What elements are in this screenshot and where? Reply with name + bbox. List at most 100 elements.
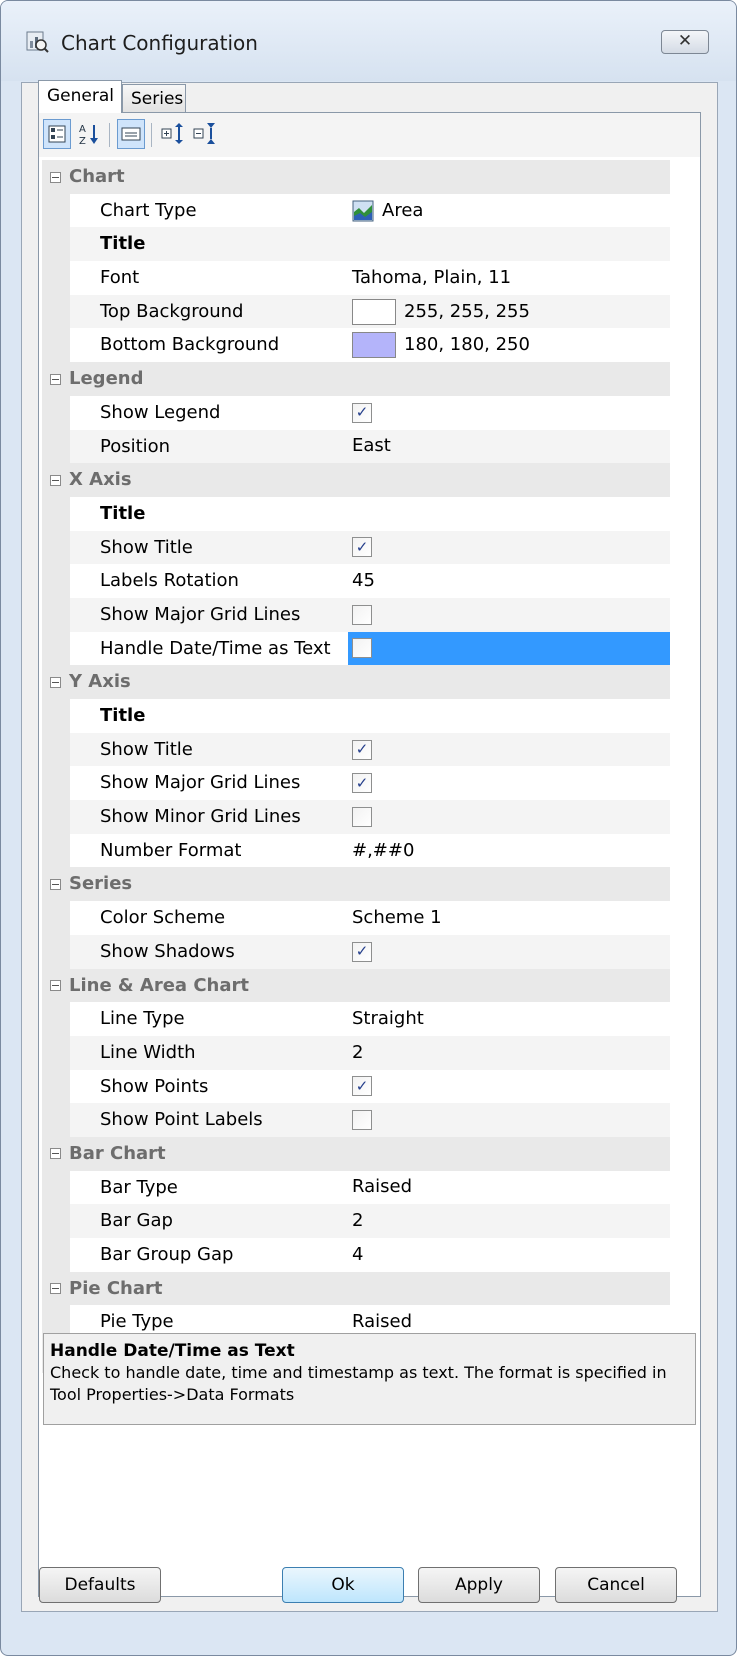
property-row[interactable]: Show Points ✓ bbox=[42, 1069, 670, 1104]
row-gutter bbox=[42, 1069, 70, 1104]
category-line-area-chart[interactable]: Line & Area Chart bbox=[42, 968, 670, 1003]
category-series[interactable]: Series bbox=[42, 867, 670, 902]
property-row[interactable]: Title bbox=[42, 227, 670, 262]
property-checkbox[interactable]: ✓ bbox=[352, 773, 372, 794]
property-row[interactable]: Title bbox=[42, 496, 670, 531]
property-value[interactable]: Scheme 1 bbox=[348, 901, 670, 935]
expand-all-button[interactable] bbox=[159, 119, 187, 149]
property-row[interactable]: Top Background 255, 255, 255 bbox=[42, 294, 670, 329]
property-row[interactable]: Chart Type Area bbox=[42, 193, 670, 228]
property-value[interactable]: 180, 180, 250 bbox=[348, 328, 670, 362]
property-checkbox[interactable]: ✓ bbox=[352, 941, 372, 962]
property-row[interactable]: Show Title ✓ bbox=[42, 732, 670, 767]
collapse-icon[interactable] bbox=[50, 676, 61, 688]
collapse-icon[interactable] bbox=[50, 878, 61, 890]
category-legend[interactable]: Legend bbox=[42, 362, 670, 396]
property-checkbox[interactable] bbox=[352, 1110, 372, 1131]
show-description-button[interactable] bbox=[117, 119, 145, 149]
property-row[interactable]: Bottom Background 180, 180, 250 bbox=[42, 328, 670, 363]
expand-all-icon bbox=[161, 123, 183, 144]
property-value[interactable]: #,##0 bbox=[348, 834, 670, 868]
property-value[interactable]: 45 bbox=[348, 564, 670, 598]
close-button[interactable]: ✕ bbox=[661, 30, 709, 54]
property-value[interactable] bbox=[348, 1103, 670, 1137]
property-row[interactable]: Show Shadows ✓ bbox=[42, 934, 670, 969]
property-value[interactable]: 2 bbox=[348, 1035, 670, 1070]
property-checkbox[interactable]: ✓ bbox=[352, 1076, 372, 1097]
property-row[interactable]: Show Point Labels bbox=[42, 1103, 670, 1137]
cancel-button[interactable]: Cancel bbox=[555, 1567, 677, 1603]
categorized-view-button[interactable] bbox=[43, 119, 71, 149]
property-value[interactable]: ✓ bbox=[348, 934, 670, 969]
property-checkbox[interactable]: ✓ bbox=[352, 537, 372, 558]
property-row[interactable]: Show Minor Grid Lines bbox=[42, 800, 670, 834]
property-checkbox[interactable]: ✓ bbox=[352, 402, 372, 423]
category-label-text: X Axis bbox=[69, 469, 132, 491]
category-pie-chart[interactable]: Pie Chart bbox=[42, 1271, 670, 1306]
property-checkbox[interactable] bbox=[352, 806, 372, 827]
property-row[interactable]: Show Major Grid Lines ✓ bbox=[42, 766, 670, 801]
property-value[interactable]: ✓ bbox=[348, 530, 670, 565]
property-row[interactable]: Bar Group Gap 4 bbox=[42, 1238, 670, 1272]
property-value[interactable]: ✓ bbox=[348, 732, 670, 767]
category-y-axis[interactable]: Y Axis bbox=[42, 665, 670, 699]
collapse-all-button[interactable] bbox=[191, 119, 219, 149]
collapse-icon[interactable] bbox=[50, 980, 61, 991]
property-row[interactable]: Position East bbox=[42, 429, 670, 464]
category-x-axis[interactable]: X Axis bbox=[42, 463, 670, 497]
color-swatch[interactable] bbox=[352, 298, 396, 325]
property-value[interactable]: ✓ bbox=[348, 766, 670, 800]
property-row[interactable]: Show Major Grid Lines bbox=[42, 597, 670, 632]
category-chart[interactable]: Chart bbox=[42, 160, 670, 194]
sort-alphabetical-button[interactable]: A Z bbox=[75, 119, 103, 149]
property-row[interactable]: Color Scheme Scheme 1 bbox=[42, 901, 670, 935]
property-value[interactable] bbox=[348, 699, 670, 733]
property-value[interactable]: East bbox=[348, 429, 670, 464]
property-value[interactable]: Straight bbox=[348, 1002, 670, 1036]
property-value[interactable] bbox=[348, 597, 670, 632]
property-value[interactable] bbox=[348, 631, 670, 666]
property-value[interactable]: ✓ bbox=[348, 396, 670, 430]
property-row[interactable]: Line Width 2 bbox=[42, 1035, 670, 1070]
property-checkbox[interactable] bbox=[352, 638, 372, 659]
collapse-icon[interactable] bbox=[50, 171, 61, 183]
property-row[interactable]: Font Tahoma, Plain, 11 bbox=[42, 261, 670, 295]
property-row[interactable]: Title bbox=[42, 699, 670, 733]
property-checkbox[interactable]: ✓ bbox=[352, 739, 372, 760]
property-row[interactable]: Labels Rotation 45 bbox=[42, 564, 670, 598]
property-toolbar: A Z bbox=[39, 113, 700, 157]
property-value[interactable]: Tahoma, Plain, 11 bbox=[348, 261, 670, 295]
defaults-button[interactable]: Defaults bbox=[39, 1567, 161, 1603]
property-value[interactable]: Raised bbox=[348, 1171, 670, 1205]
property-row[interactable]: Number Format #,##0 bbox=[42, 833, 670, 868]
color-swatch[interactable] bbox=[352, 332, 396, 359]
property-value[interactable] bbox=[348, 227, 670, 262]
property-value[interactable] bbox=[348, 497, 670, 531]
property-value[interactable]: ✓ bbox=[348, 1070, 670, 1104]
property-value[interactable] bbox=[348, 800, 670, 834]
property-value-text: Straight bbox=[352, 1008, 424, 1030]
property-checkbox[interactable] bbox=[352, 604, 372, 625]
property-value-text: Scheme 1 bbox=[352, 906, 442, 928]
property-row[interactable]: Bar Type Raised bbox=[42, 1170, 670, 1205]
property-value[interactable]: 4 bbox=[348, 1238, 670, 1272]
window-title: Chart Configuration bbox=[61, 31, 258, 55]
tab-series[interactable]: Series bbox=[122, 84, 186, 112]
category-label-text: Series bbox=[69, 873, 133, 895]
collapse-icon[interactable] bbox=[50, 474, 61, 486]
tab-general[interactable]: General bbox=[38, 80, 122, 113]
property-value[interactable]: 255, 255, 255 bbox=[348, 294, 670, 329]
property-row[interactable]: Line Type Straight bbox=[42, 1002, 670, 1036]
property-row[interactable]: Show Legend ✓ bbox=[42, 395, 670, 430]
collapse-icon[interactable] bbox=[50, 373, 61, 385]
property-row[interactable]: Handle Date/Time as Text bbox=[42, 631, 670, 666]
property-row[interactable]: Bar Gap 2 bbox=[42, 1204, 670, 1238]
property-row[interactable]: Show Title ✓ bbox=[42, 530, 670, 565]
collapse-icon[interactable] bbox=[50, 1148, 61, 1160]
property-value[interactable]: Area bbox=[348, 194, 670, 228]
category-bar-chart[interactable]: Bar Chart bbox=[42, 1136, 670, 1171]
collapse-icon[interactable] bbox=[50, 1283, 61, 1295]
apply-button[interactable]: Apply bbox=[418, 1567, 540, 1603]
property-value[interactable]: 2 bbox=[348, 1204, 670, 1238]
ok-button[interactable]: Ok bbox=[282, 1567, 404, 1603]
